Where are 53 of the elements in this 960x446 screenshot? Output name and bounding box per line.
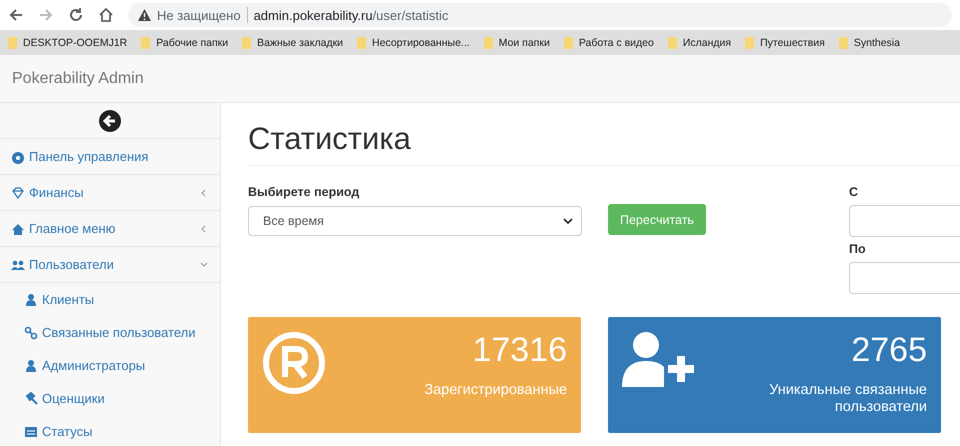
- period-select[interactable]: Все время: [248, 206, 582, 236]
- user-icon: [24, 292, 38, 306]
- sidebar-item[interactable]: Пользователи: [0, 247, 220, 283]
- user-icon: [24, 358, 38, 372]
- collapse-icon[interactable]: [99, 110, 121, 132]
- page-title: Статистика: [248, 103, 960, 166]
- users-icon: [11, 258, 25, 272]
- stat-label: Уникальные связанные пользователи: [768, 382, 927, 417]
- diamond-icon: [11, 186, 25, 200]
- date-to-field[interactable]: [848, 262, 960, 294]
- bookmark[interactable]: Путешествия: [745, 36, 825, 48]
- back-icon[interactable]: [8, 7, 24, 23]
- reload-icon[interactable]: [68, 7, 84, 23]
- sidebar-item[interactable]: Главное меню: [0, 211, 220, 247]
- field-label: Выбирете период: [248, 185, 360, 199]
- gauge-icon: [11, 150, 25, 164]
- stat-value: 2765: [851, 331, 927, 370]
- field-label: С: [848, 185, 859, 199]
- chevron-left-icon: [200, 188, 208, 196]
- bookmark[interactable]: DESKTOP-OOEMJ1R: [8, 36, 128, 48]
- bookmark[interactable]: Несортированные...: [357, 36, 470, 48]
- field-label: По: [848, 242, 867, 256]
- bookmark[interactable]: Исландия: [668, 36, 732, 48]
- sidebar-subitem[interactable]: Клиенты: [0, 283, 220, 316]
- gavel-icon: [24, 392, 38, 406]
- bookmark[interactable]: Рабочие папки: [141, 36, 228, 48]
- caret-icon: [563, 218, 573, 224]
- chevron-down-icon: [200, 260, 208, 268]
- warning-icon: [138, 9, 151, 21]
- stat-label: Зарегистрированные: [424, 382, 567, 400]
- security-label: Не защищено: [157, 8, 241, 22]
- sidebar-item[interactable]: Финансы: [0, 175, 220, 211]
- url-text: admin.pokerability.ru/user/statistic: [254, 8, 448, 22]
- bookmark[interactable]: Synthesia: [838, 36, 900, 48]
- sidebar-subitem[interactable]: Администраторы: [0, 349, 220, 382]
- bookmark[interactable]: Важные закладки: [242, 36, 344, 48]
- brand-title[interactable]: Pokerability Admin: [12, 70, 144, 88]
- address-bar[interactable]: Не защищено admin.pokerability.ru/user/statistic: [128, 3, 952, 27]
- bookmark[interactable]: Работа с видео: [564, 36, 654, 48]
- list-icon: [24, 424, 38, 438]
- chevron-left-icon: [200, 224, 208, 232]
- link-icon: [24, 326, 38, 340]
- user-plus-icon: [622, 331, 696, 387]
- sidebar-subitem[interactable]: Статусы: [0, 415, 220, 446]
- bookmark[interactable]: Мои папки: [484, 36, 550, 48]
- date-from-field[interactable]: [848, 205, 960, 237]
- registered-icon: [262, 331, 326, 395]
- sidebar-item[interactable]: Панель управления: [0, 139, 220, 175]
- stat-value: 17316: [472, 331, 567, 370]
- home-icon: [11, 222, 25, 236]
- sidebar-subitem[interactable]: Связанные пользователи: [0, 316, 220, 349]
- sidebar-subitem[interactable]: Оценщики: [0, 382, 220, 415]
- home-icon[interactable]: [98, 7, 114, 23]
